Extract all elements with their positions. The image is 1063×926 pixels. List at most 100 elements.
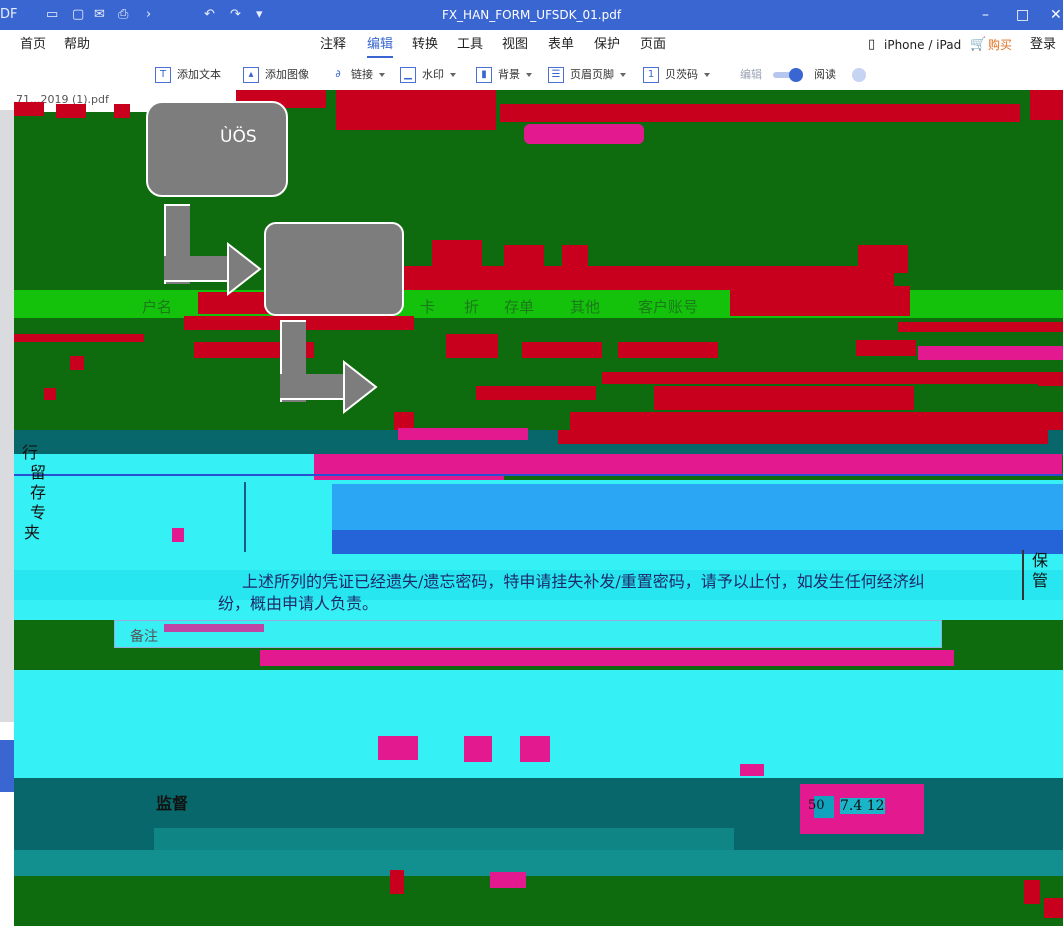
menu-form[interactable]: 表单 bbox=[548, 36, 574, 54]
arrow-2-horizontal bbox=[280, 374, 350, 400]
image-icon: ▴ bbox=[243, 67, 259, 83]
glitch-band bbox=[14, 850, 1063, 876]
chevron-down-icon bbox=[704, 73, 710, 77]
glitch-block bbox=[332, 484, 1063, 534]
watermark-button[interactable]: ▁ 水印 bbox=[400, 66, 456, 84]
glitch-block bbox=[898, 322, 1063, 332]
left-panel-sidebar bbox=[0, 110, 14, 722]
window-title: FX_HAN_FORM_UFSDK_01.pdf bbox=[441, 8, 622, 22]
menu-bar: 首页 帮助 注释 编辑 转换 工具 视图 表单 保护 页面 ▯ iPhone /… bbox=[0, 30, 1063, 60]
menu-protect[interactable]: 保护 bbox=[594, 36, 620, 54]
glitch-block bbox=[490, 872, 526, 888]
left-panel-tab[interactable] bbox=[0, 740, 14, 792]
background-button[interactable]: ▮ 背景 bbox=[476, 66, 532, 84]
toggle-knob bbox=[789, 68, 803, 82]
menu-edit[interactable]: 编辑 bbox=[367, 36, 394, 58]
glitch-block bbox=[70, 356, 84, 370]
add-image-label: 添加图像 bbox=[265, 68, 309, 81]
menu-tools[interactable]: 工具 bbox=[457, 36, 483, 54]
glitch-block bbox=[1044, 898, 1063, 918]
header-other: 其他 bbox=[570, 298, 601, 316]
menu-convert[interactable]: 转换 bbox=[412, 36, 438, 54]
device-icon[interactable]: ▯ bbox=[868, 36, 875, 54]
table-border bbox=[1022, 550, 1024, 600]
diagram-box-2 bbox=[264, 222, 404, 316]
vertical-label-char: 管 bbox=[1032, 571, 1049, 590]
glitch-block bbox=[602, 372, 1062, 384]
glitch-block bbox=[310, 454, 1062, 474]
glitch-block bbox=[398, 428, 528, 440]
minimize-icon[interactable]: – bbox=[982, 6, 989, 24]
menu-iphone-ipad[interactable]: iPhone / iPad bbox=[884, 36, 961, 54]
vertical-label-char: 存 bbox=[30, 483, 47, 502]
glitch-block bbox=[172, 528, 184, 542]
bates-button[interactable]: 1 贝茨码 bbox=[643, 66, 710, 84]
glitch-block bbox=[918, 346, 1063, 360]
glitch-block bbox=[464, 736, 492, 762]
diagram-box-1: ÙÖS bbox=[146, 101, 288, 197]
mode-toggle[interactable] bbox=[773, 68, 803, 82]
header-card: 卡 bbox=[420, 298, 436, 316]
add-text-button[interactable]: T 添加文本 bbox=[155, 66, 221, 84]
glitch-block bbox=[164, 624, 264, 632]
glitch-block bbox=[14, 334, 144, 342]
supervisor-label: 监督 bbox=[156, 794, 189, 813]
remarks-label: 备注 bbox=[130, 629, 158, 645]
glitch-block bbox=[618, 342, 718, 358]
header-footer-button[interactable]: ☰ 页眉页脚 bbox=[548, 66, 626, 84]
bates-icon: 1 bbox=[643, 67, 659, 83]
glitch-block bbox=[730, 286, 910, 316]
glitch-line bbox=[14, 474, 1063, 476]
glitch-block bbox=[740, 764, 764, 776]
glitch-block bbox=[476, 386, 596, 400]
watermark-label: 水印 bbox=[422, 68, 444, 81]
background-icon: ▮ bbox=[476, 67, 492, 83]
menu-login[interactable]: 登录 bbox=[1030, 36, 1056, 54]
menu-home[interactable]: 首页 bbox=[20, 36, 46, 54]
vertical-label-char: 行 bbox=[22, 443, 39, 462]
glitch-block bbox=[570, 412, 1063, 430]
glitch-block bbox=[1030, 90, 1063, 120]
edit-mode-label: 编辑 bbox=[740, 68, 762, 81]
menu-help[interactable]: 帮助 bbox=[64, 36, 90, 54]
close-icon[interactable]: ✕ bbox=[1050, 6, 1062, 24]
glitch-block bbox=[500, 104, 1020, 122]
arrow-1-head bbox=[227, 242, 262, 296]
settings-icon[interactable] bbox=[852, 68, 866, 82]
link-button[interactable]: ∂ 链接 bbox=[331, 66, 385, 84]
glitch-block bbox=[558, 430, 1048, 444]
watermark-icon: ▁ bbox=[400, 67, 416, 83]
glitch-block bbox=[654, 386, 914, 410]
text-icon: T bbox=[155, 67, 171, 83]
glitch-block bbox=[856, 340, 916, 356]
glitch-block bbox=[1024, 880, 1040, 904]
maximize-icon[interactable]: □ bbox=[1016, 6, 1029, 24]
menu-view[interactable]: 视图 bbox=[502, 36, 528, 54]
glitch-block bbox=[14, 102, 44, 116]
statement-line-1: 上述所列的凭证已经遗失/遗忘密码，特申请挂失补发/重置密码，请予以止付，如发生任… bbox=[242, 572, 925, 591]
glitch-block bbox=[114, 104, 130, 118]
menu-page[interactable]: 页面 bbox=[640, 36, 666, 54]
menu-buy[interactable]: 购买 bbox=[988, 36, 1012, 54]
glitch-block bbox=[524, 124, 644, 144]
signature-section bbox=[14, 670, 1063, 780]
header-customer-account: 客户账号 bbox=[638, 298, 699, 316]
statement-line-2: 纷，概由申请人负责。 bbox=[218, 594, 379, 613]
vertical-label-char: 保 bbox=[1032, 551, 1049, 570]
cart-icon[interactable]: 🛒 bbox=[970, 36, 986, 54]
chevron-down-icon bbox=[450, 73, 456, 77]
header-footer-icon: ☰ bbox=[548, 67, 564, 83]
chevron-down-icon bbox=[526, 73, 532, 77]
menu-annotate[interactable]: 注释 bbox=[320, 36, 346, 54]
arrow-1-horizontal bbox=[164, 256, 234, 282]
glitch-block bbox=[446, 334, 498, 358]
glitch-block bbox=[520, 736, 550, 762]
table-border bbox=[244, 482, 246, 552]
chevron-down-icon bbox=[379, 73, 385, 77]
add-image-button[interactable]: ▴ 添加图像 bbox=[243, 66, 309, 84]
bottom-prefix: 50 bbox=[808, 798, 825, 813]
glitch-block bbox=[336, 90, 496, 130]
add-text-label: 添加文本 bbox=[177, 68, 221, 81]
glitch-block bbox=[522, 342, 602, 358]
glitch-block bbox=[332, 530, 1063, 554]
